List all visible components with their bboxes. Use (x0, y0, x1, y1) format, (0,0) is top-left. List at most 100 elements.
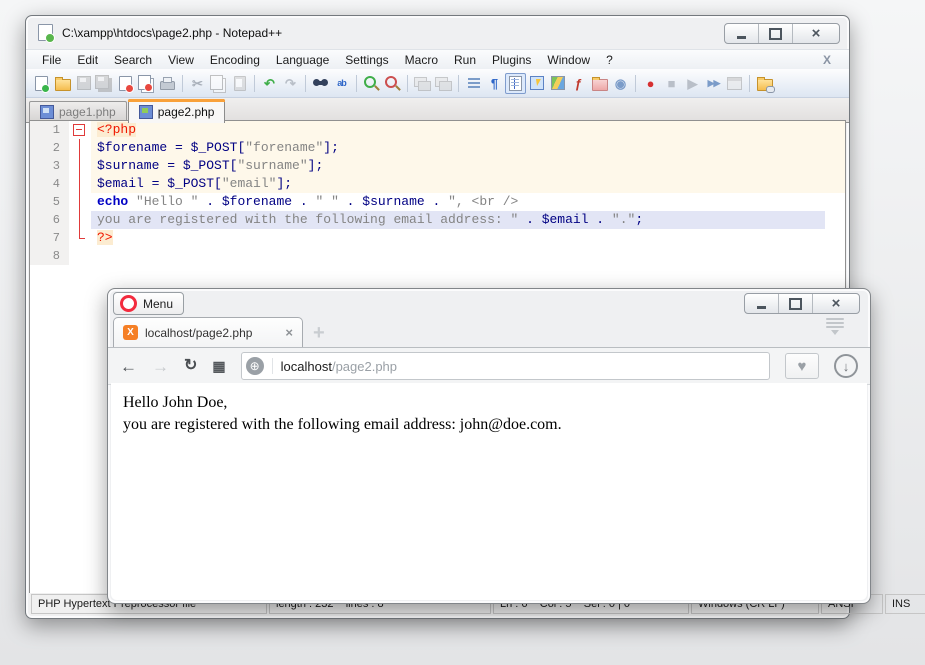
function-list-icon[interactable]: ƒ (568, 73, 589, 94)
address-bar[interactable]: ⊕ localhost/page2.php (241, 352, 770, 380)
site-badge-icon[interactable]: ⊕ (246, 357, 264, 375)
menu-item-plugins[interactable]: Plugins (484, 51, 539, 69)
document-map-icon[interactable] (547, 73, 568, 94)
line-number: 4 (30, 175, 69, 193)
token-var: $_POST (183, 158, 230, 173)
cut-icon[interactable]: ✂ (187, 73, 208, 94)
macro-save-icon[interactable] (724, 73, 745, 94)
code-text: $forename = $_POST["forename"]; (91, 139, 845, 157)
menu-item-macro[interactable]: Macro (397, 51, 446, 69)
indent-guide-icon[interactable] (505, 73, 526, 94)
reload-button[interactable]: ↻ (184, 358, 197, 374)
sync-vertical-icon-shape (414, 77, 427, 87)
save-icon[interactable] (73, 73, 94, 94)
sync-vertical-icon[interactable] (412, 73, 433, 94)
unsaved-floppy-icon (139, 105, 153, 119)
token-op: [ (214, 176, 222, 191)
code-line-7[interactable]: 7?> (30, 229, 845, 247)
menu-item-help[interactable]: ? (598, 51, 621, 69)
sync-horizontal-icon-shape (435, 77, 448, 87)
menu-item-language[interactable]: Language (268, 51, 337, 69)
paste-icon[interactable] (229, 73, 250, 94)
speed-dial-button[interactable]: ▦ (212, 359, 225, 373)
menu-item-file[interactable]: File (34, 51, 69, 69)
opera-tab-bar: X localhost/page2.php × + (108, 315, 870, 347)
macro-play-icon[interactable]: ▶ (682, 73, 703, 94)
toolbar-separator (458, 75, 459, 92)
zoom-out-icon[interactable] (382, 73, 403, 94)
token-var: $surname (97, 158, 159, 173)
undo-icon[interactable]: ↶ (259, 73, 280, 94)
redo-icon[interactable]: ↷ (280, 73, 301, 94)
fold-margin (69, 157, 91, 175)
bookmark-heart-button[interactable]: ♥ (785, 353, 819, 379)
menu-item-view[interactable]: View (160, 51, 202, 69)
new-tab-button[interactable]: + (313, 323, 325, 343)
open-file-icon[interactable] (52, 73, 73, 94)
folder-as-workspace-icon[interactable] (589, 73, 610, 94)
opera-maximize-button[interactable] (779, 294, 813, 313)
zoom-in-icon[interactable] (361, 73, 382, 94)
open-containing-folder-icon[interactable] (754, 73, 775, 94)
token-op: = (159, 158, 182, 173)
tab-close-icon[interactable]: × (285, 325, 293, 340)
print-icon[interactable] (157, 73, 178, 94)
menu-item-encoding[interactable]: Encoding (202, 51, 268, 69)
menu-close-x[interactable]: X (823, 53, 831, 67)
close-all-icon-shape (138, 75, 151, 90)
document-tab-page1php[interactable]: page1.php (29, 101, 127, 122)
doc-switcher-icon[interactable] (526, 73, 547, 94)
new-file-icon[interactable] (31, 73, 52, 94)
back-button[interactable]: ← (120, 358, 137, 375)
tab-menu-icon[interactable] (826, 318, 844, 339)
token-tag: ?> (97, 230, 113, 245)
sync-horizontal-icon[interactable] (433, 73, 454, 94)
open-file-icon-shape (55, 79, 71, 91)
zoom-out-icon-shape (385, 76, 397, 88)
save-all-icon[interactable] (94, 73, 115, 94)
document-tab-page2php[interactable]: page2.php (128, 99, 226, 123)
macro-record-icon[interactable]: ● (640, 73, 661, 94)
token-op: . (339, 194, 362, 209)
close-all-icon[interactable] (136, 73, 157, 94)
copy-icon[interactable] (208, 73, 229, 94)
opera-title-bar[interactable]: Menu × (108, 289, 870, 315)
minimize-button[interactable] (725, 24, 759, 43)
address-separator (272, 358, 273, 374)
menu-item-search[interactable]: Search (106, 51, 160, 69)
menu-item-window[interactable]: Window (539, 51, 598, 69)
fold-margin-collapse-icon[interactable] (69, 121, 91, 139)
macro-stop-icon[interactable]: ■ (661, 73, 682, 94)
token-op: ; (635, 212, 643, 227)
opera-close-button[interactable]: × (813, 294, 859, 313)
close-button[interactable]: × (793, 24, 839, 43)
token-op: ]; (308, 158, 324, 173)
code-line-2[interactable]: 2$forename = $_POST["forename"]; (30, 139, 845, 157)
download-button[interactable]: ↓ (834, 354, 858, 378)
opera-minimize-button[interactable] (745, 294, 779, 313)
code-line-8[interactable]: 8 (30, 247, 845, 265)
code-line-1[interactable]: 1<?php (30, 121, 845, 139)
macro-run-multiple-icon[interactable]: ▶▶ (703, 73, 724, 94)
show-all-characters-icon[interactable]: ¶ (484, 73, 505, 94)
cut-icon-glyph: ✂ (192, 77, 203, 90)
replace-icon[interactable]: ab (331, 73, 352, 94)
paste-icon-shape (234, 76, 246, 91)
code-line-5[interactable]: 5echo "Hello " . $forename . " " . $surn… (30, 193, 845, 211)
fold-margin (69, 229, 91, 247)
opera-menu-button[interactable]: Menu (113, 292, 184, 315)
title-bar[interactable]: C:\xampp\htdocs\page2.php - Notepad++ × (26, 16, 849, 49)
code-line-6[interactable]: 6you are registered with the following e… (30, 211, 845, 229)
token-op: = (144, 176, 167, 191)
menu-item-edit[interactable]: Edit (69, 51, 106, 69)
menu-item-settings[interactable]: Settings (337, 51, 396, 69)
close-file-icon[interactable] (115, 73, 136, 94)
find-icon[interactable] (310, 73, 331, 94)
code-line-3[interactable]: 3$surname = $_POST["surname"]; (30, 157, 845, 175)
word-wrap-icon[interactable] (463, 73, 484, 94)
menu-item-run[interactable]: Run (446, 51, 484, 69)
file-monitoring-icon[interactable]: ◉ (610, 73, 631, 94)
browser-tab-localhost-page2[interactable]: X localhost/page2.php × (113, 317, 303, 347)
maximize-button[interactable] (759, 24, 793, 43)
code-line-4[interactable]: 4$email = $_POST["email"]; (30, 175, 845, 193)
